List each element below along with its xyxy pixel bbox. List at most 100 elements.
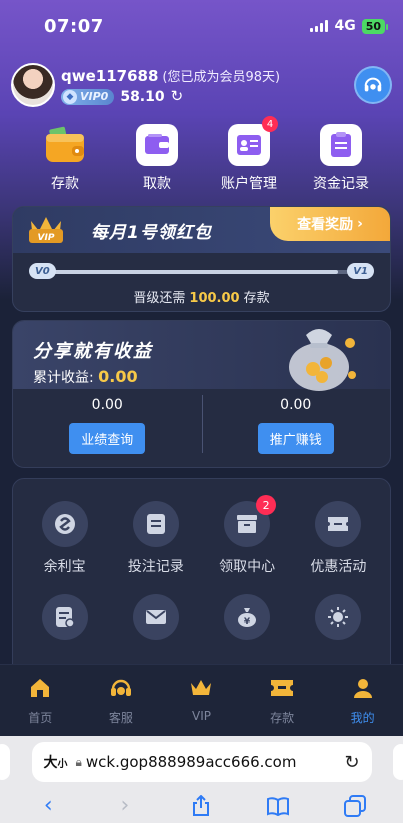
service-label: 余利宝	[43, 559, 86, 575]
quick-action-label: 资金记录	[313, 176, 369, 192]
profile-info: qwe117688 (您已成为会员98天) ◆ VIP0 58.10 ↻	[61, 66, 280, 105]
withdraw-wallet-icon	[136, 124, 178, 166]
service-money-bag[interactable]: ¥	[207, 594, 287, 640]
notification-badge: 4	[262, 116, 278, 132]
bottom-tab-bar: 首页 客服 VIP 存款 我的	[0, 664, 403, 736]
ticket-icon	[269, 675, 295, 701]
quick-actions: 存款 取款 4 账户管理 资金记录	[28, 116, 378, 193]
tab-home[interactable]: 首页	[4, 675, 76, 736]
performance-query-button[interactable]: 业绩查询	[69, 423, 146, 454]
service-claim-center[interactable]: 2 领取中心	[207, 495, 287, 578]
vip-crown-icon: VIP	[23, 211, 69, 249]
service-label: 优惠活动	[310, 559, 367, 575]
tabs-icon[interactable]	[340, 794, 370, 817]
promotion-column: 0.00 推广赚钱	[202, 389, 391, 467]
service-statement[interactable]	[25, 594, 105, 640]
yulibao-icon	[41, 501, 88, 547]
bet-record-icon	[132, 501, 179, 547]
tab-label: 首页	[28, 711, 53, 725]
next-tab-peek[interactable]	[393, 744, 403, 780]
forward-icon[interactable]: ›	[110, 793, 140, 818]
service-bet-records[interactable]: 投注记录	[116, 501, 196, 578]
signal-icon	[310, 20, 329, 32]
settings-sun-icon	[315, 594, 362, 640]
claim-center-icon: 2	[224, 495, 277, 547]
customer-support-button[interactable]	[354, 66, 392, 104]
diamond-icon: ◆	[63, 89, 77, 104]
url-text: wck.gop888989acc666.com	[85, 753, 297, 771]
service-mail[interactable]	[116, 594, 196, 640]
tab-vip[interactable]: VIP	[165, 675, 237, 736]
upgrade-suffix: 存款	[243, 291, 270, 306]
profile-header: qwe117688 (您已成为会员98天) ◆ VIP0 58.10 ↻	[11, 62, 392, 108]
records-icon	[320, 124, 362, 166]
headset-icon	[364, 77, 382, 92]
view-rewards-button[interactable]: 查看奖励 ›	[270, 207, 390, 241]
quick-action-label: 取款	[143, 176, 171, 192]
lock-icon: 🔒︎	[75, 754, 82, 769]
avatar[interactable]	[11, 63, 55, 107]
status-indicators: 4G 50	[310, 18, 389, 34]
back-icon[interactable]: ‹	[33, 793, 63, 818]
total-earnings-value: 0.00	[98, 367, 138, 386]
tab-label: 我的	[350, 711, 375, 725]
url-field[interactable]: 大小 🔒︎ wck.gop888989acc666.com ↻	[31, 742, 372, 782]
vip-progress: V0 V1	[13, 259, 390, 287]
text-size-button[interactable]: 大小	[44, 752, 68, 772]
performance-column: 0.00 业绩查询	[13, 389, 202, 467]
service-promotions[interactable]: 优惠活动	[298, 501, 378, 578]
service-yulibao[interactable]: 余利宝	[25, 501, 105, 578]
service-label: 投注记录	[127, 559, 184, 575]
wallet-icon	[44, 124, 86, 166]
vip-level-badge[interactable]: ◆ VIP0	[61, 88, 115, 105]
service-settings[interactable]	[298, 594, 378, 640]
tab-mine[interactable]: 我的	[327, 675, 399, 736]
reload-icon[interactable]: ↻	[344, 752, 359, 773]
mail-icon	[132, 594, 179, 640]
view-rewards-label: 查看奖励	[297, 217, 354, 233]
money-bag-icon: ¥	[224, 594, 271, 640]
service-label: 领取中心	[219, 559, 276, 575]
chevron-right-icon: ›	[357, 216, 363, 232]
home-icon	[27, 675, 53, 701]
level-to-tag: V1	[347, 263, 374, 279]
browser-address-bar: 大小 🔒︎ wck.gop888989acc666.com ↻	[0, 736, 403, 788]
text-size-big: 大	[43, 755, 58, 771]
notification-badge: 2	[256, 495, 277, 515]
battery-icon: 50	[361, 18, 389, 34]
headset-icon	[108, 675, 134, 701]
quick-action-fund-records[interactable]: 资金记录	[304, 124, 378, 193]
browser-toolbar: ‹ ›	[0, 788, 403, 823]
upgrade-amount: 100.00	[189, 291, 240, 306]
quick-action-deposit[interactable]: 存款	[28, 124, 102, 193]
services-grid: 余利宝 投注记录 2 领取中心 优惠活动 ¥	[12, 478, 391, 678]
tab-label: 存款	[270, 711, 295, 725]
quick-action-account[interactable]: 4 账户管理	[212, 116, 286, 193]
tab-customer-service[interactable]: 客服	[85, 675, 157, 736]
status-time: 07:07	[44, 15, 104, 37]
tab-label: VIP	[191, 709, 211, 723]
upgrade-prefix: 晋级还需	[133, 291, 186, 306]
level-from-tag: V0	[29, 263, 56, 279]
column-divider	[201, 395, 203, 453]
tab-label: 客服	[108, 711, 133, 725]
svg-text:VIP: VIP	[38, 233, 55, 243]
share-earnings-card: 分享就有收益 累计收益: 0.00 0.00 业绩查询 0.00 推广赚钱	[12, 320, 391, 468]
id-card-icon: 4	[228, 116, 278, 166]
promotion-value: 0.00	[280, 397, 312, 413]
statement-icon	[41, 594, 88, 640]
performance-value: 0.00	[91, 397, 123, 413]
account-balance: 58.10	[120, 88, 165, 105]
share-icon[interactable]	[186, 794, 216, 817]
member-duration-note: (您已成为会员98天)	[162, 69, 281, 85]
status-bar: 07:07 4G 50	[0, 0, 403, 52]
bookmarks-icon[interactable]	[263, 796, 293, 816]
upgrade-requirement: 晋级还需 100.00 存款	[13, 287, 390, 306]
promote-earn-button[interactable]: 推广赚钱	[257, 423, 334, 454]
tab-deposit[interactable]: 存款	[246, 675, 318, 736]
refresh-icon[interactable]: ↻	[171, 89, 184, 104]
previous-tab-peek[interactable]	[0, 744, 10, 780]
vip-level-label: VIP0	[80, 90, 109, 103]
quick-action-withdraw[interactable]: 取款	[120, 124, 194, 193]
network-type: 4G	[334, 18, 356, 34]
